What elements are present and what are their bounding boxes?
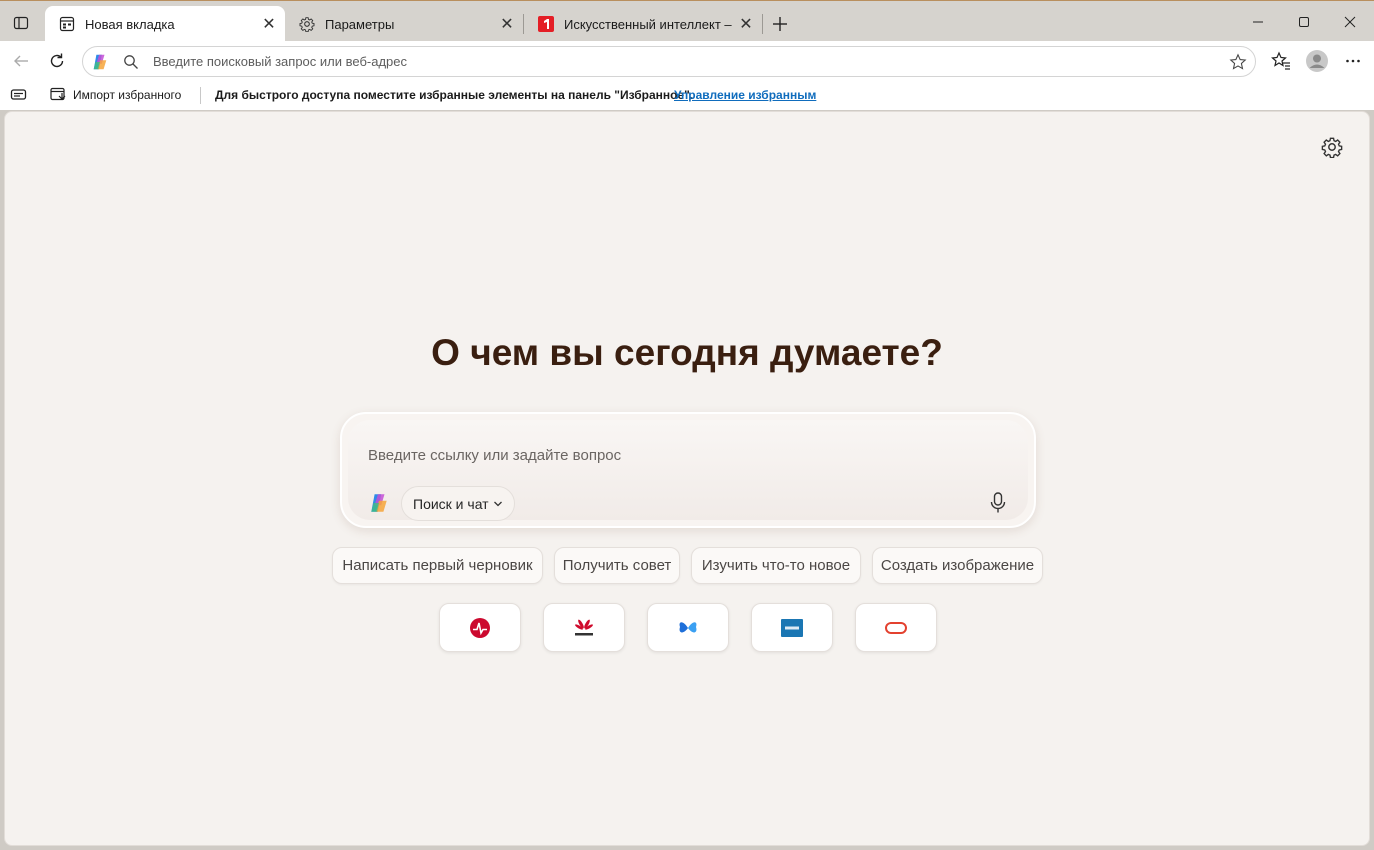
- tab-actions-menu-button[interactable]: [8, 11, 34, 35]
- import-favorites-button[interactable]: Импорт избранного: [50, 87, 181, 103]
- plus-icon: [773, 17, 787, 31]
- refresh-icon: [50, 53, 64, 68]
- minimize-button[interactable]: [1235, 7, 1281, 37]
- close-tab-icon[interactable]: ✕: [259, 14, 279, 34]
- new-tab-page: О чем вы сегодня думаете? Введите ссылку…: [4, 111, 1370, 846]
- gear-icon: [299, 16, 315, 32]
- new-tab-page-icon: [59, 16, 75, 32]
- manage-favorites-link[interactable]: Управление избранным: [674, 88, 816, 102]
- address-bar[interactable]: Введите поисковый запрос или веб-адрес: [82, 46, 1256, 77]
- import-icon: [50, 87, 66, 101]
- copilot-icon[interactable]: [91, 53, 109, 71]
- minimize-icon: [1253, 21, 1263, 23]
- back-button[interactable]: [7, 47, 35, 75]
- suggestion-write-draft-button[interactable]: Написать первый черновик: [332, 547, 543, 584]
- refresh-button[interactable]: [43, 47, 71, 75]
- suggestion-get-advice-button[interactable]: Получить совет: [554, 547, 680, 584]
- quick-link-tile-oracle[interactable]: [855, 603, 937, 652]
- settings-and-more-button[interactable]: [1339, 47, 1367, 75]
- tab-title: Искусственный интеллект – Про: [564, 16, 736, 32]
- quick-link-tile-vmware[interactable]: [751, 603, 833, 652]
- avatar-icon: [1306, 50, 1328, 72]
- copilot-chat-box: Введите ссылку или задайте вопрос Поиск …: [340, 412, 1036, 528]
- close-icon: [1344, 16, 1356, 28]
- vmware-logo-icon: [781, 618, 803, 637]
- copilot-icon: [371, 494, 387, 512]
- import-favorites-label: Импорт избранного: [73, 88, 182, 102]
- address-placeholder: Введите поисковый запрос или веб-адрес: [153, 54, 408, 69]
- search-icon: [124, 55, 138, 69]
- huawei-logo-icon: [575, 619, 593, 635]
- favorites-hint-text: Для быстрого доступа поместите избранные…: [215, 88, 694, 102]
- favorites-icon: [1271, 51, 1290, 70]
- oracle-logo-icon: [885, 621, 907, 634]
- tab-ai-article[interactable]: Искусственный интеллект – Про ✕: [524, 6, 762, 42]
- tab-title: Параметры: [325, 16, 395, 32]
- search-mode-label: Поиск и чат: [413, 495, 489, 512]
- close-window-button[interactable]: [1327, 7, 1373, 37]
- add-favorite-star-icon[interactable]: [1229, 53, 1247, 71]
- more-dots-icon: [1346, 59, 1360, 63]
- chevron-down-icon: [493, 501, 502, 506]
- butterfly-logo-icon: [679, 621, 697, 632]
- search-mode-dropdown[interactable]: Поиск и чат: [401, 486, 515, 521]
- favorites-divider: [200, 87, 201, 104]
- site-favicon-icon: [538, 16, 554, 32]
- page-headline: О чем вы сегодня думаете?: [431, 332, 943, 373]
- microphone-icon[interactable]: [988, 492, 1008, 514]
- quick-link-tile-huawei[interactable]: [543, 603, 625, 652]
- suggestion-create-image-button[interactable]: Создать изображение: [872, 547, 1043, 584]
- chat-input-area[interactable]: Введите ссылку или задайте вопрос Поиск …: [348, 420, 1028, 521]
- page-settings-gear-icon[interactable]: [1321, 136, 1343, 158]
- favorites-button[interactable]: [1267, 47, 1295, 75]
- profile-button[interactable]: [1303, 47, 1331, 75]
- navigation-toolbar: Введите поисковый запрос или веб-адрес: [0, 41, 1374, 81]
- maximize-icon: [1299, 17, 1309, 27]
- collections-icon[interactable]: [10, 87, 28, 103]
- broadcom-logo-icon: [470, 617, 490, 638]
- close-tab-icon[interactable]: ✕: [497, 14, 517, 34]
- tab-title: Новая вкладка: [85, 16, 175, 32]
- favorites-bar: Импорт избранного Для быстрого доступа п…: [0, 81, 1374, 110]
- chat-input[interactable]: Введите ссылку или задайте вопрос: [368, 447, 621, 464]
- tab-actions-icon: [13, 16, 29, 30]
- suggestion-learn-new-button[interactable]: Изучить что-то новое: [691, 547, 861, 584]
- tab-separator: [762, 14, 763, 34]
- maximize-button[interactable]: [1281, 7, 1327, 37]
- close-tab-icon[interactable]: ✕: [736, 14, 756, 34]
- back-arrow-icon: [14, 55, 28, 67]
- new-tab-button[interactable]: [766, 10, 794, 38]
- quick-link-tile-broadcom[interactable]: [439, 603, 521, 652]
- tab-new-tab[interactable]: Новая вкладка ✕: [45, 6, 285, 42]
- quick-link-tile-butterfly[interactable]: [647, 603, 729, 652]
- tab-strip: Новая вкладка ✕ Параметры ✕ Искусственны…: [0, 0, 1374, 42]
- tab-settings[interactable]: Параметры ✕: [285, 6, 523, 42]
